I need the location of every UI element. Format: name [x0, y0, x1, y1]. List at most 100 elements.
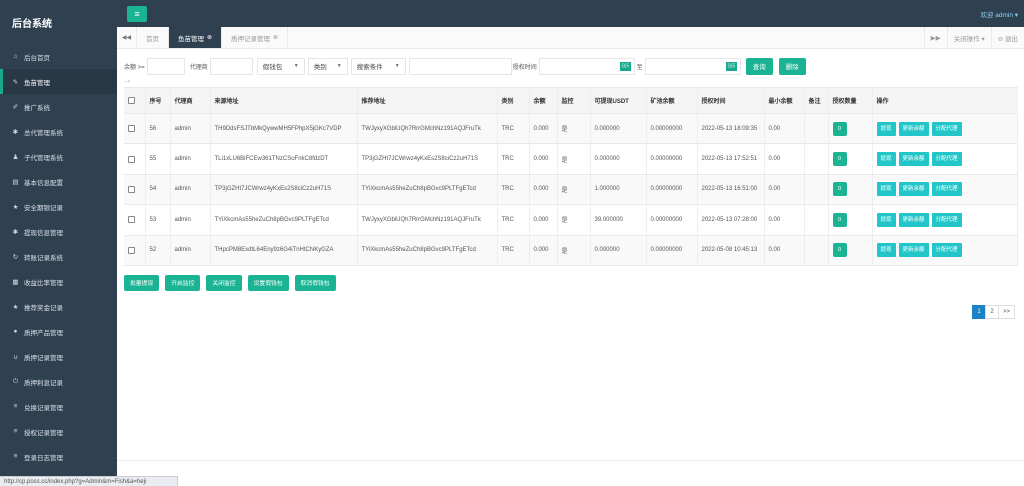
page-2-button[interactable]: 2	[984, 305, 999, 319]
row-checkbox[interactable]	[128, 246, 135, 254]
tab-2[interactable]: 质押记录管理 ⊗	[222, 27, 289, 48]
set-fake-wallet-button[interactable]: 设置假钱包	[247, 274, 289, 291]
update-balance-button[interactable]: 更新余额	[898, 212, 929, 227]
update-balance-button[interactable]: 更新余额	[898, 121, 929, 136]
table-row: 53 admin TYiXkcmAs55heZuCh8pBGvc9PLTFgETcd…	[124, 204, 1018, 236]
next-page-button[interactable]: >>	[997, 305, 1015, 319]
cancel-fake-wallet-button[interactable]: 取消假钱包	[294, 274, 336, 291]
update-balance-button[interactable]: 更新余额	[898, 243, 929, 258]
tab-0[interactable]: 首页	[137, 27, 169, 48]
query-button[interactable]: 查询	[745, 57, 773, 75]
assign-agent-button[interactable]: 分配代理	[931, 212, 962, 227]
sidebar-item-4[interactable]: ♟ 子代管理系统	[0, 144, 117, 169]
cell-source: TLi1xLU6BiFCEw361TNzCSoFnkC8fdzDT	[210, 143, 358, 175]
select-all-checkbox[interactable]	[128, 96, 135, 104]
auth-count-badge[interactable]: 0	[832, 243, 847, 258]
auth-count-badge[interactable]: 0	[832, 121, 847, 136]
cell-referrer: TYiXkcmAs55heZuCh8pBGvc9PLTFgETcd	[357, 235, 498, 266]
assign-agent-button[interactable]: 分配代理	[931, 152, 962, 167]
sidebar-item-1[interactable]: ✎ 鱼苗管理	[0, 69, 117, 94]
wrench-icon: ✎	[12, 78, 19, 86]
withdraw-button[interactable]: 提现	[876, 121, 896, 136]
search-condition-select[interactable]: 搜索条件 ▼	[350, 57, 406, 75]
sidebar-item-0[interactable]: ⌂ 后台首页	[0, 44, 117, 69]
list-icon: ≡	[13, 428, 18, 435]
close-icon[interactable]: ⊗	[273, 34, 278, 41]
cell-source: THpcPM8ExdtL64Eny9z6G4iTnHtCNKyGZA	[210, 235, 358, 266]
row-checkbox[interactable]	[128, 125, 135, 133]
cell-monitor: 是	[557, 235, 591, 266]
sidebar-item-11[interactable]: ● 质押产品管理	[0, 319, 117, 344]
agent-input[interactable]	[209, 57, 253, 75]
assign-agent-button[interactable]: 分配代理	[931, 182, 962, 197]
sidebar-item-16[interactable]: ≡ 登录日志管理	[0, 444, 117, 469]
auth-time-start-input[interactable]: 日历	[538, 57, 635, 75]
calendar-icon: ▦	[12, 278, 19, 286]
gear-icon: ✱	[12, 128, 19, 136]
type-select[interactable]: 类别 ▼	[307, 57, 348, 75]
sidebar-item-6[interactable]: ★ 安全期银记录	[0, 194, 117, 219]
assign-agent-button[interactable]: 分配代理	[931, 121, 962, 136]
menu-toggle-button[interactable]: ≡	[127, 5, 147, 22]
cell-withdrawable: 0.000000	[590, 235, 647, 266]
to-label: 至	[636, 64, 643, 71]
cell-actions: 提现 更新余额 分配代理	[872, 174, 1018, 206]
row-checkbox[interactable]	[128, 216, 135, 224]
withdraw-button[interactable]: 提现	[876, 212, 896, 227]
column-header: 备注	[804, 87, 829, 114]
auth-count-badge[interactable]: 0	[832, 152, 847, 167]
delete-button[interactable]: 删除	[778, 57, 806, 75]
auth-time-label: 授权时间	[512, 64, 537, 71]
calendar-icon[interactable]: 日历	[619, 61, 631, 71]
table-row: 55 admin TLi1xLU6BiFCEw361TNzCSoFnkC8fdzDT…	[124, 143, 1018, 175]
cell-note	[804, 204, 829, 236]
auth-count-badge[interactable]: 0	[832, 212, 847, 227]
update-balance-button[interactable]: 更新余额	[898, 152, 929, 167]
withdraw-button[interactable]: 提现	[876, 182, 896, 197]
balance-input[interactable]	[146, 57, 185, 75]
row-checkbox[interactable]	[128, 155, 135, 163]
fake-wallet-select[interactable]: 假钱包 ▼	[256, 57, 305, 75]
tab-scroll-right-button[interactable]: ▶▶	[923, 27, 947, 48]
sidebar-item-15[interactable]: ≡ 授权记录管理	[0, 419, 117, 444]
calendar-icon[interactable]: 日历	[725, 61, 737, 71]
sidebar-item-13[interactable]: ⏻ 质押利息记录	[0, 369, 117, 394]
sidebar-item-8[interactable]: ↻ 转账记录系统	[0, 244, 117, 269]
user-menu[interactable]: 欢迎 admin ▾	[980, 9, 1018, 19]
sidebar-item-7[interactable]: ✱ 提现信息管理	[0, 219, 117, 244]
sidebar-item-10[interactable]: ★ 推荐奖金记录	[0, 294, 117, 319]
close-operations-dropdown[interactable]: 关闭操作 ▾	[946, 27, 991, 48]
tab-scroll-left-button[interactable]: ◀◀	[117, 27, 137, 48]
bulk-actions: 批量提现 开启监控 关闭监控 设置假钱包 取消假钱包	[124, 274, 1017, 291]
disable-monitor-button[interactable]: 关闭监控	[206, 274, 242, 291]
auth-count-badge[interactable]: 0	[832, 182, 847, 197]
tab-1[interactable]: 鱼苗管理 ⊗	[169, 27, 223, 48]
cell-pool: 0.00000000	[646, 113, 698, 145]
cell-id: 52	[145, 235, 171, 266]
page-1-button[interactable]: 1	[971, 305, 986, 319]
enable-monitor-button[interactable]: 开启监控	[165, 274, 201, 291]
cell-auth-time: 2022-05-13 16:51:00	[697, 174, 765, 206]
assign-agent-button[interactable]: 分配代理	[931, 243, 962, 258]
chevron-down-icon: ▼	[394, 63, 400, 69]
cell-referrer: TYiXkcmAs55heZuCh8pBGvc9PLTFgETcd	[357, 174, 498, 206]
sidebar-item-2[interactable]: ✐ 推广系统	[0, 94, 117, 119]
logout-button[interactable]: ⊖ 退出	[990, 27, 1024, 48]
close-icon[interactable]: ⊗	[207, 34, 212, 41]
row-checkbox[interactable]	[128, 185, 135, 193]
page-content: 余额 >= 代理商 假钱包 ▼ 类别 ▼ 搜索条件 ▼ 授权时间 日历 至 日历 查询…	[117, 55, 1024, 291]
sidebar-item-12[interactable]: ∪ 质押记录管理	[0, 344, 117, 369]
sidebar-item-label: 鱼苗管理	[24, 79, 50, 87]
sidebar-item-3[interactable]: ✱ 总代管理系统	[0, 119, 117, 144]
sidebar-item-14[interactable]: ≡ 兑换记录管理	[0, 394, 117, 419]
sidebar-item-5[interactable]: ▤ 基本信息配置	[0, 169, 117, 194]
auth-time-end-input[interactable]: 日历	[644, 57, 741, 75]
sidebar-item-label: 子代管理系统	[24, 154, 63, 162]
search-input[interactable]	[408, 57, 512, 75]
cell-balance: 0.000	[529, 113, 558, 145]
update-balance-button[interactable]: 更新余额	[898, 182, 929, 197]
sidebar-item-9[interactable]: ▦ 收益比率管理	[0, 269, 117, 294]
batch-withdraw-button[interactable]: 批量提现	[124, 274, 160, 291]
withdraw-button[interactable]: 提现	[876, 152, 896, 167]
withdraw-button[interactable]: 提现	[876, 243, 896, 258]
